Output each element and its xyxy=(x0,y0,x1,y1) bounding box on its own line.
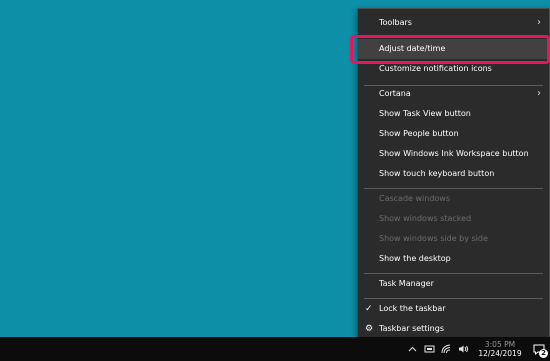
menu-item-label: Lock the taskbar xyxy=(379,304,446,313)
menu-item-label: Show windows side by side xyxy=(379,234,488,243)
menu-item-label: Show touch keyboard button xyxy=(379,169,495,178)
menu-item-label: Task Manager xyxy=(379,279,434,288)
menu-item-toolbars[interactable]: Toolbars › xyxy=(358,13,549,33)
system-tray: 3:05 PM 12/24/2019 2 xyxy=(404,337,550,361)
clock-date: 12/24/2019 xyxy=(478,349,522,358)
clock-time: 3:05 PM xyxy=(484,340,516,349)
menu-item-show-windows-stacked: Show windows stacked xyxy=(358,209,549,229)
network-icon[interactable] xyxy=(423,343,436,356)
menu-item-show-touch-keyboard[interactable]: Show touch keyboard button xyxy=(358,164,549,184)
menu-item-label: Taskbar settings xyxy=(379,324,444,333)
menu-item-label: Show Task View button xyxy=(379,109,471,118)
menu-item-show-windows-side-by-side: Show windows side by side xyxy=(358,229,549,249)
menu-item-lock-taskbar[interactable]: ✓ Lock the taskbar xyxy=(358,299,549,319)
action-center-button[interactable]: 2 xyxy=(528,337,550,361)
chevron-up-icon[interactable] xyxy=(406,343,419,356)
menu-item-show-desktop[interactable]: Show the desktop xyxy=(358,249,549,269)
menu-item-label: Show windows stacked xyxy=(379,214,472,223)
highlight-box xyxy=(350,35,550,64)
taskbar-clock[interactable]: 3:05 PM 12/24/2019 xyxy=(476,340,524,358)
menu-item-task-manager[interactable]: Task Manager xyxy=(358,274,549,294)
menu-item-label: Show the desktop xyxy=(379,254,451,263)
gear-icon: ⚙ xyxy=(365,324,374,334)
volume-icon[interactable] xyxy=(457,343,470,356)
menu-item-cortana[interactable]: Cortana › xyxy=(358,84,549,104)
menu-item-label: Toolbars xyxy=(379,18,412,27)
checkmark-icon: ✓ xyxy=(365,304,373,314)
menu-item-show-task-view[interactable]: Show Task View button xyxy=(358,104,549,124)
menu-item-label: Cascade windows xyxy=(379,194,451,203)
taskbar[interactable]: 3:05 PM 12/24/2019 2 xyxy=(0,337,550,361)
wifi-icon[interactable] xyxy=(440,343,453,356)
menu-item-show-windows-ink[interactable]: Show Windows Ink Workspace button xyxy=(358,144,549,164)
menu-item-label: Show People button xyxy=(379,129,459,138)
menu-item-cascade-windows: Cascade windows xyxy=(358,189,549,209)
menu-item-show-people[interactable]: Show People button xyxy=(358,124,549,144)
notification-count-badge: 2 xyxy=(539,349,548,358)
menu-item-label: Show Windows Ink Workspace button xyxy=(379,149,529,158)
menu-item-label: Cortana xyxy=(379,89,411,98)
chevron-right-icon: › xyxy=(537,88,541,99)
menu-item-taskbar-settings[interactable]: ⚙ Taskbar settings xyxy=(358,319,549,339)
chevron-right-icon: › xyxy=(537,17,541,28)
